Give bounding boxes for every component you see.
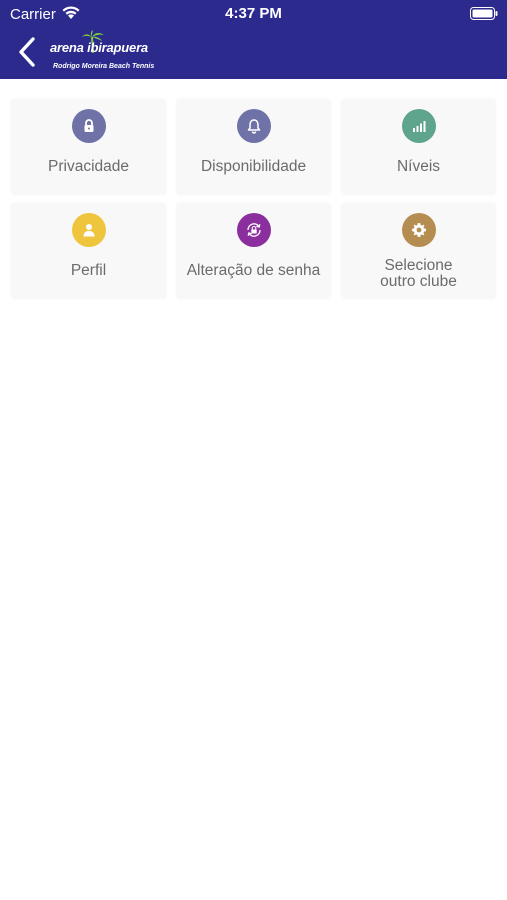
select-club-tile[interactable]: Selecione outro clube <box>341 203 496 299</box>
status-bar: Carrier 4:37 PM <box>0 0 507 28</box>
header: Carrier 4:37 PM arena ibirapuera Rodrigo… <box>0 0 507 79</box>
privacy-label: Privacidade <box>48 158 129 175</box>
bell-icon <box>237 109 271 143</box>
change-password-label: Alteração de senha <box>186 262 321 279</box>
battery-icon <box>470 7 498 20</box>
club-logo: arena ibirapuera Rodrigo Moreira Beach T… <box>50 30 162 78</box>
logo-subtitle: Rodrigo Moreira Beach Tennis <box>53 63 155 70</box>
levels-tile[interactable]: Níveis <box>341 99 496 195</box>
privacy-tile[interactable]: Privacidade <box>11 99 166 195</box>
signal-bars-icon <box>402 109 436 143</box>
nav-bar: arena ibirapuera Rodrigo Moreira Beach T… <box>0 28 507 79</box>
profile-label: Perfil <box>70 262 107 279</box>
logo-text: arena ibirapuera <box>50 40 148 55</box>
availability-tile[interactable]: Disponibilidade <box>176 99 331 195</box>
gear-icon <box>402 213 436 247</box>
clock: 4:37 PM <box>225 5 282 22</box>
profile-tile[interactable]: Perfil <box>11 203 166 299</box>
availability-label: Disponibilidade <box>200 158 307 175</box>
chevron-left-icon[interactable] <box>14 36 42 68</box>
change-password-tile[interactable]: Alteração de senha <box>176 203 331 299</box>
user-icon <box>72 213 106 247</box>
lock-icon <box>72 109 106 143</box>
levels-label: Níveis <box>396 158 441 175</box>
lock-rotate-icon <box>237 213 271 247</box>
select-club-label: Selecione outro clube <box>380 257 457 290</box>
